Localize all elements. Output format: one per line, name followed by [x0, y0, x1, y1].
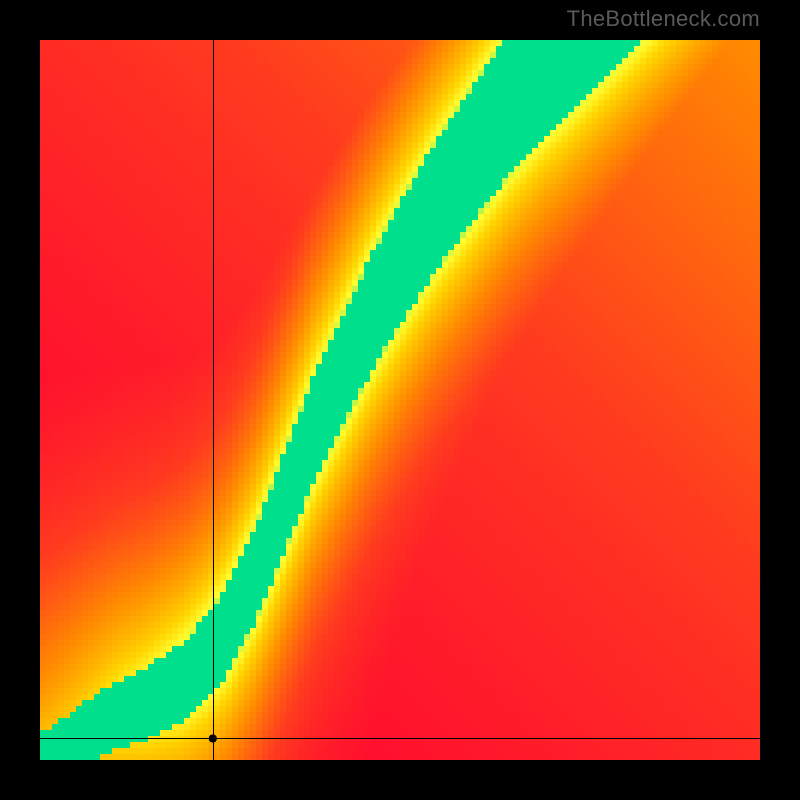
overlay-canvas — [40, 40, 760, 760]
watermark-label: TheBottleneck.com — [567, 6, 760, 32]
chart-frame: TheBottleneck.com — [0, 0, 800, 800]
plot-area — [40, 40, 760, 760]
